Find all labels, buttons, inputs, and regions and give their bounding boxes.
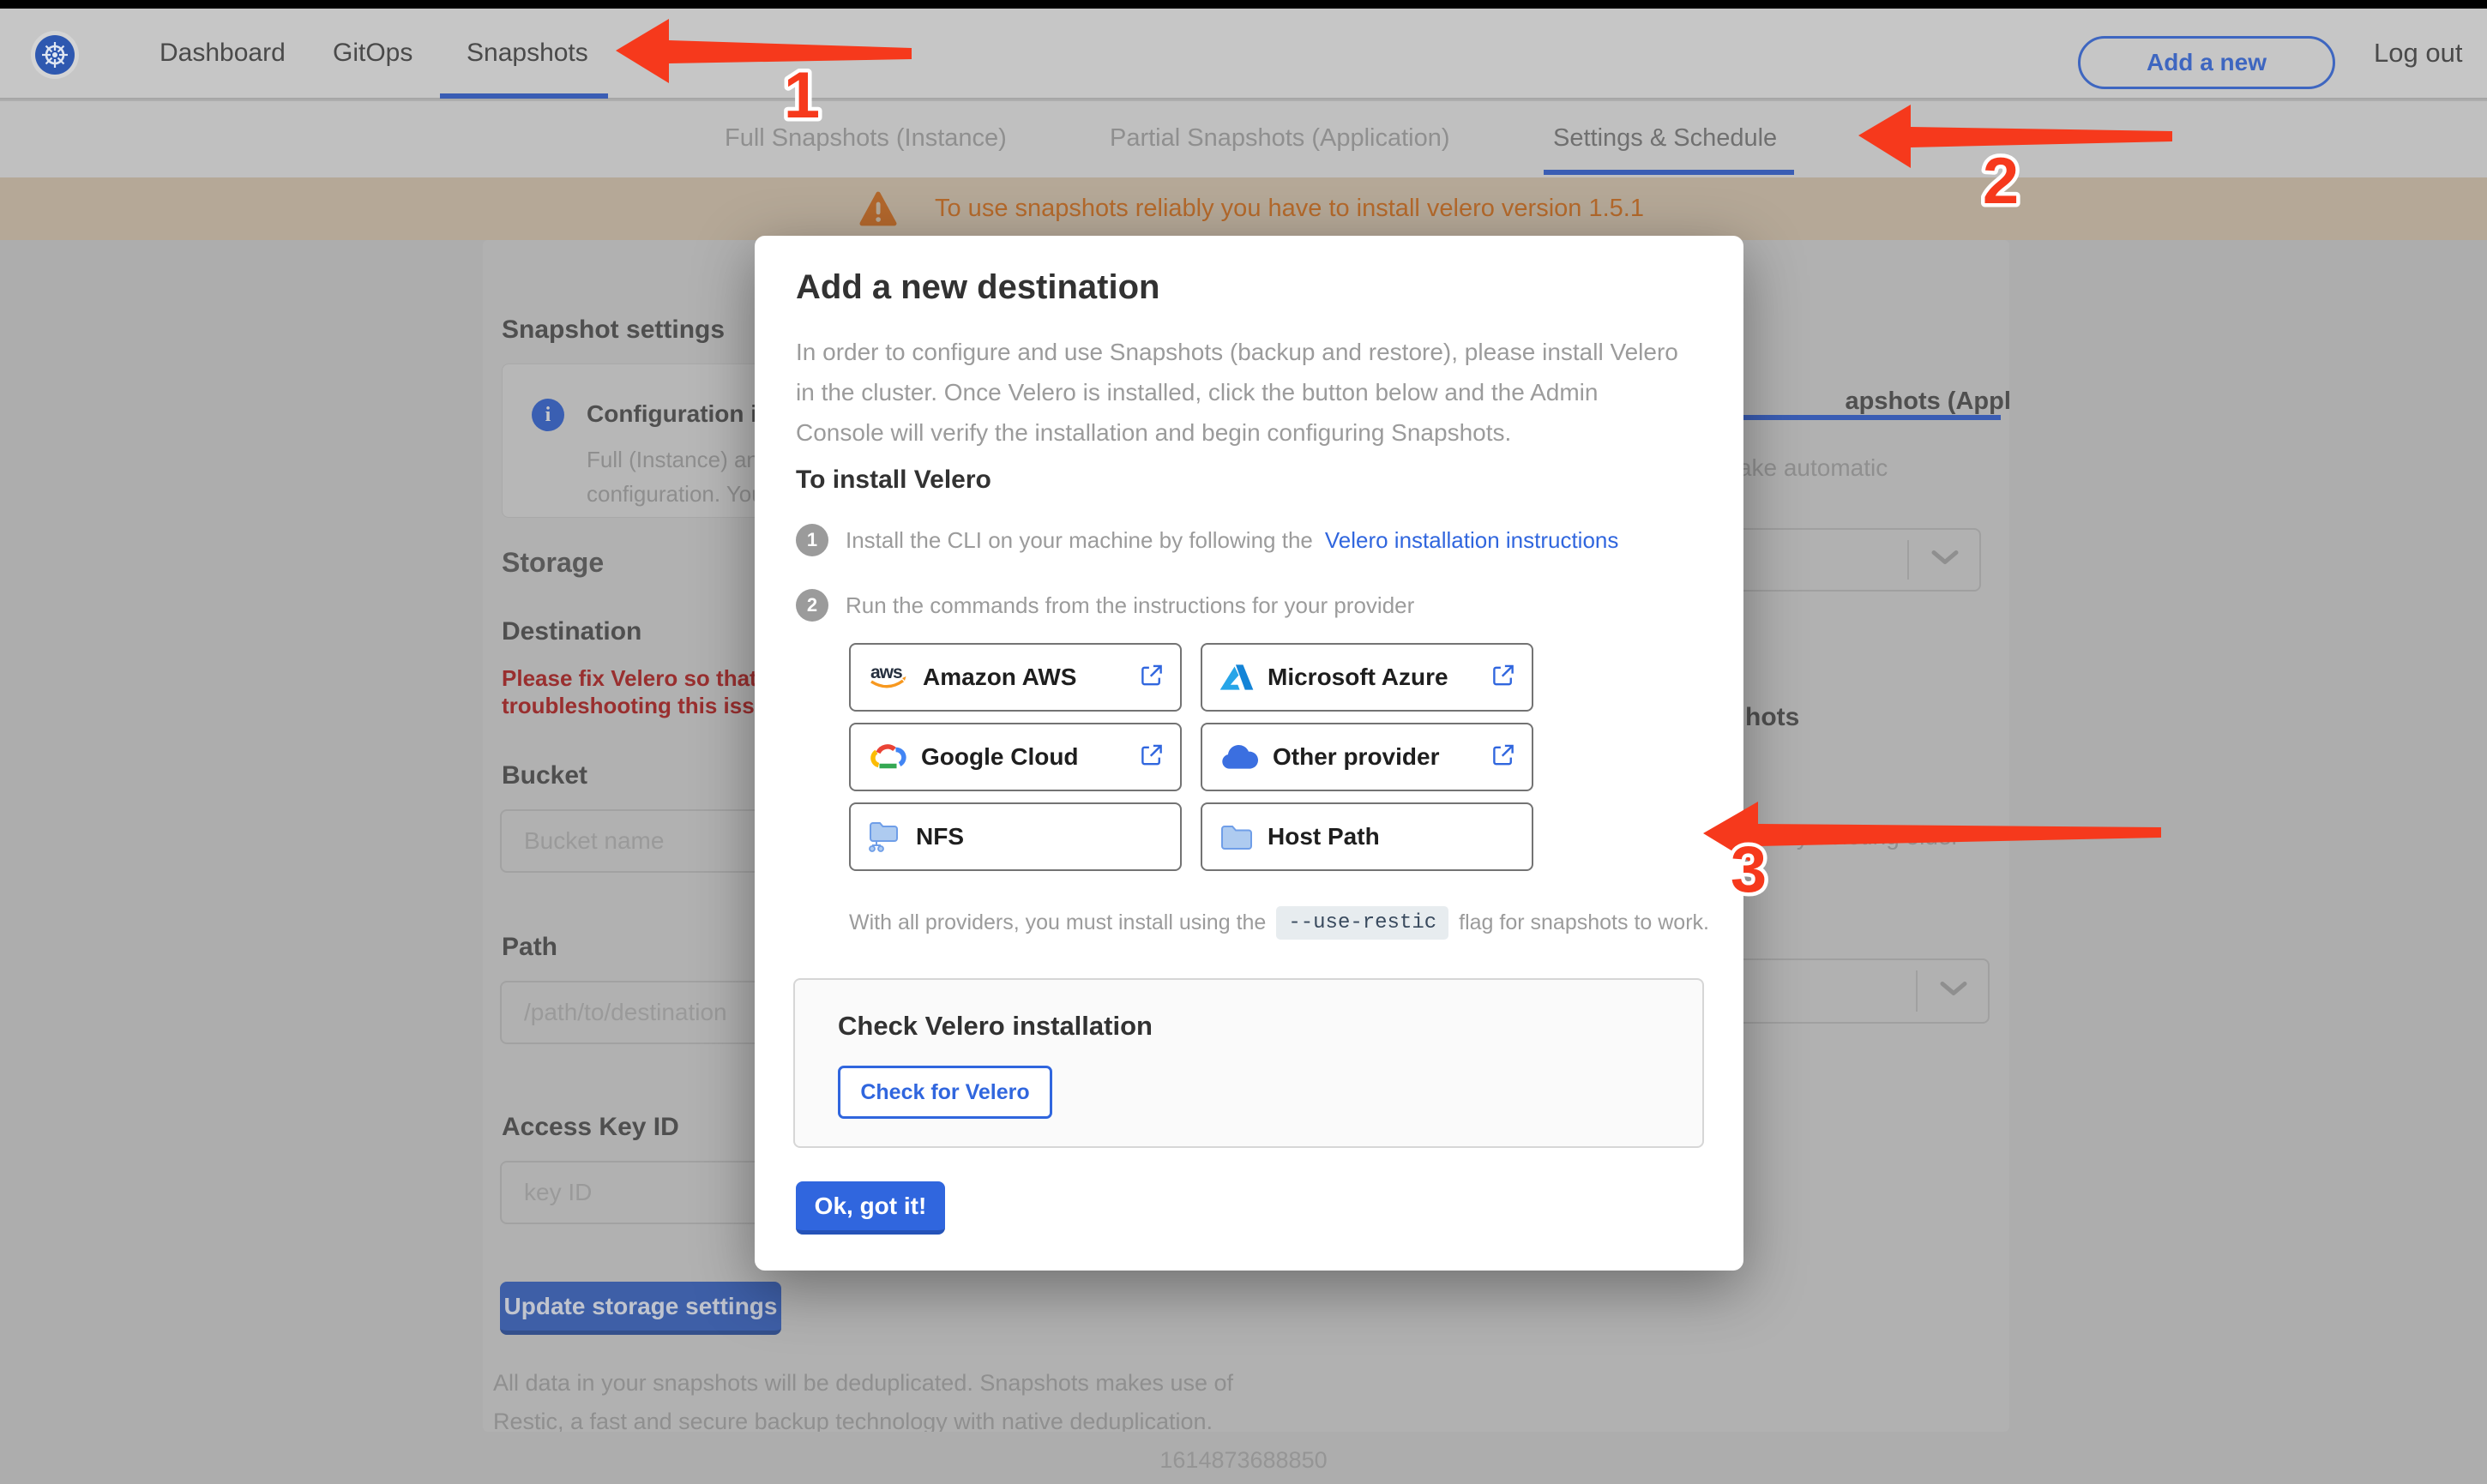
tab-partial-snapshots[interactable]: Partial Snapshots (Application)	[1110, 101, 1450, 175]
provider-label: NFS	[916, 823, 964, 850]
external-link-icon	[1490, 663, 1516, 693]
nav-item-dashboard[interactable]: Dashboard	[160, 9, 286, 98]
logout-link[interactable]: Log out	[2374, 9, 2462, 98]
provider-label: Amazon AWS	[923, 664, 1077, 690]
velero-error-text: troubleshooting this issue	[502, 693, 781, 718]
install-step-2: 2 Run the commands from the instructions…	[796, 589, 1414, 622]
provider-host-path[interactable]: Host Path	[1201, 802, 1533, 871]
install-velero-heading: To install Velero	[796, 466, 991, 494]
settings-active-underline	[1544, 170, 1794, 175]
footer-timestamp: 1614873688850	[1159, 1447, 1328, 1473]
add-application-button[interactable]: Add a new application	[2078, 36, 2335, 123]
dedupe-text: All data in your snapshots will be dedup…	[493, 1370, 1234, 1396]
velero-warning-banner: To use snapshots reliably you have to in…	[0, 177, 2487, 240]
check-for-velero-button[interactable]: Check for Velero	[838, 1066, 1052, 1119]
restic-suffix: flag for snapshots to work.	[1459, 910, 1709, 934]
host-path-folder-icon	[1221, 826, 1252, 850]
tab-settings-schedule[interactable]: Settings & Schedule	[1553, 101, 1777, 175]
partial-tab-underline	[1731, 415, 2001, 420]
dedupe-text: Restic, a fast and secure backup technol…	[493, 1409, 1213, 1432]
provider-google-cloud[interactable]: Google Cloud	[849, 723, 1182, 791]
restic-prefix: With all providers, you must install usi…	[849, 910, 1267, 934]
top-black-strip	[0, 0, 2487, 9]
nav-item-snapshots[interactable]: Snapshots	[467, 9, 588, 98]
check-velero-heading: Check Velero installation	[838, 1011, 1153, 1041]
kubernetes-wheel-icon	[42, 42, 68, 68]
provider-amazon-aws[interactable]: aws Amazon AWS	[849, 643, 1182, 712]
external-link-icon	[1139, 742, 1165, 772]
dropdown-divider	[1916, 970, 1918, 1012]
step-2-text: Run the commands from the instructions f…	[846, 592, 1415, 618]
warning-text: To use snapshots reliably you have to in…	[935, 195, 1644, 222]
nfs-folder-icon	[869, 822, 898, 852]
access-key-label: Access Key ID	[502, 1113, 679, 1141]
screen: Dashboard GitOps Snapshots Add a new app…	[0, 0, 2487, 1484]
provider-nfs[interactable]: NFS	[849, 802, 1182, 871]
snapshots-active-underline	[440, 93, 608, 99]
provider-label: Microsoft Azure	[1268, 664, 1448, 690]
azure-icon	[1219, 664, 1254, 690]
external-link-icon	[1139, 663, 1165, 693]
snapshots-subnav: Full Snapshots (Instance) Partial Snapsh…	[0, 101, 2487, 177]
provider-label: Google Cloud	[921, 743, 1079, 770]
google-cloud-icon	[870, 744, 906, 769]
kubernetes-logo	[31, 31, 79, 79]
restic-code-chip: --use-restic	[1276, 906, 1449, 940]
step-1-badge: 1	[796, 524, 828, 556]
aws-icon: aws	[870, 663, 906, 688]
provider-label: Host Path	[1268, 823, 1380, 850]
top-navbar: Dashboard GitOps Snapshots Add a new app…	[0, 9, 2487, 123]
update-storage-button[interactable]: Update storage settings	[500, 1282, 781, 1335]
destination-heading: Destination	[502, 617, 642, 646]
velero-error-text: Please fix Velero so that th	[502, 665, 785, 691]
provider-microsoft-azure[interactable]: Microsoft Azure	[1201, 643, 1533, 712]
page-title: Snapshot settings	[502, 315, 726, 344]
warning-icon	[859, 191, 897, 231]
svg-text:aws: aws	[870, 663, 902, 682]
chevron-down-icon	[1930, 549, 1960, 572]
nav-item-gitops[interactable]: GitOps	[333, 9, 412, 98]
retention-heading-fragment: hots	[1745, 703, 1800, 731]
modal-description: In order to configure and use Snapshots …	[796, 339, 1678, 446]
chevron-down-icon	[1938, 980, 1969, 1003]
install-step-1: 1 Install the CLI on your machine by fol…	[796, 524, 1618, 556]
dropdown-divider	[1907, 540, 1909, 580]
provider-other[interactable]: Other provider	[1201, 723, 1533, 791]
tab-full-snapshots[interactable]: Full Snapshots (Instance)	[725, 101, 1007, 175]
check-velero-box: Check Velero installation Check for Vele…	[793, 978, 1704, 1148]
provider-label: Other provider	[1273, 743, 1440, 770]
external-link-icon	[1490, 742, 1516, 772]
cloud-icon	[1222, 744, 1259, 769]
ok-got-it-button[interactable]: Ok, got it!	[796, 1181, 945, 1235]
retention-hint-text: matically deleting older	[1715, 823, 1960, 850]
info-icon: i	[532, 399, 564, 431]
path-label: Path	[502, 933, 558, 961]
partial-snapshots-subtab[interactable]: apshots (Application)	[1705, 388, 2009, 416]
modal-title: Add a new destination	[796, 268, 1160, 306]
bucket-label: Bucket	[502, 761, 588, 790]
velero-instructions-link[interactable]: Velero installation instructions	[1325, 527, 1619, 554]
storage-heading: Storage	[502, 547, 605, 578]
restic-note: With all providers, you must install usi…	[849, 906, 1709, 940]
step-1-text: Install the CLI on your machine by follo…	[846, 526, 1313, 553]
add-destination-modal: Add a new destination In order to config…	[755, 236, 1743, 1271]
step-2-badge: 2	[796, 589, 828, 622]
